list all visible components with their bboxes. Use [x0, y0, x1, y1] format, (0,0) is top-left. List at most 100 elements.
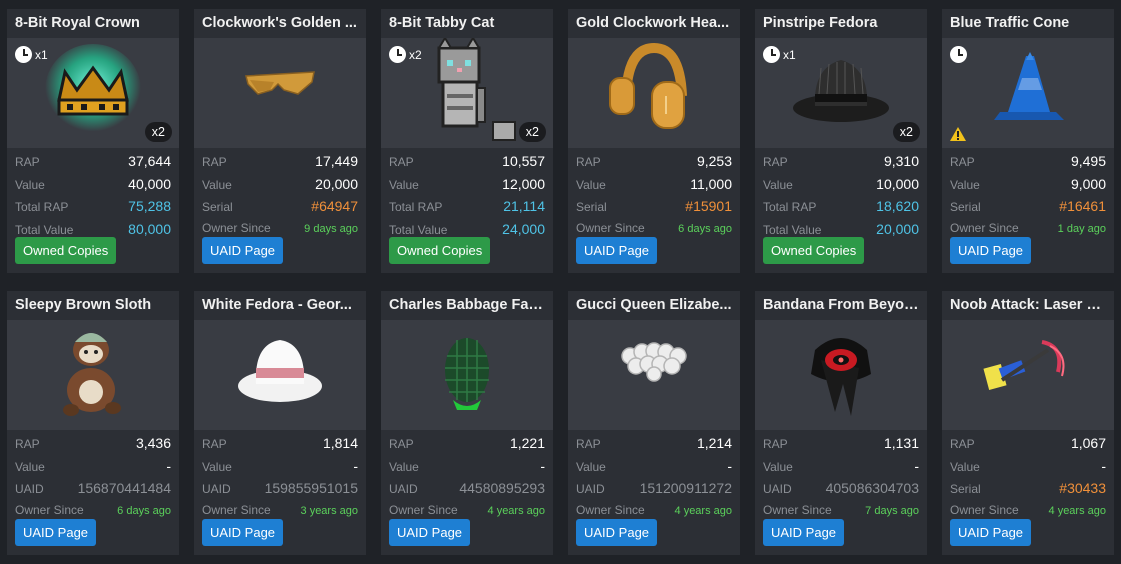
- stat-value: #15901: [685, 198, 732, 215]
- copies-count-badge: x2: [144, 122, 172, 142]
- item-title[interactable]: Gold Clockwork Hea...: [568, 9, 740, 38]
- stat-row-total-rap: Total RAP 75,288: [15, 198, 171, 221]
- stat-label: Owner Since: [202, 502, 271, 517]
- stat-row-value: Value -: [15, 458, 171, 481]
- item-stats: RAP 17,449 Value 20,000 Serial #64947 Ow…: [194, 148, 366, 243]
- warning-icon: [950, 127, 966, 141]
- stat-row-rap: RAP 1,221: [389, 435, 545, 458]
- stat-row-uaid: UAID 151200911272: [576, 480, 732, 503]
- item-card[interactable]: Gold Clockwork Hea... RAP 9,253 Value 11…: [568, 9, 740, 273]
- item-card[interactable]: Blue Traffic Cone RAP 9,495 Value 9,000 …: [942, 9, 1114, 273]
- stat-value: 9,495: [1070, 153, 1106, 169]
- item-card[interactable]: 8-Bit Royal Crown x1 x2 RAP 37,644 Value: [7, 9, 179, 273]
- uaid-page-button[interactable]: UAID Page: [389, 519, 471, 546]
- stat-row-serial: Serial #64947: [202, 198, 358, 221]
- stat-value: #30433: [1059, 480, 1106, 497]
- stat-label: Total Value: [389, 222, 448, 237]
- item-title[interactable]: White Fedora - Geor...: [194, 291, 366, 320]
- stat-value: 10,000: [876, 175, 919, 192]
- golden-shades-icon: [245, 71, 315, 95]
- stat-row-value: Value -: [389, 458, 545, 481]
- item-card[interactable]: Noob Attack: Laser S... RAP 1,067 Value …: [942, 291, 1114, 555]
- stat-value: 9,000: [1070, 175, 1106, 192]
- stat-label: Total RAP: [15, 200, 69, 215]
- item-card[interactable]: Bandana From Beyond RAP 1,131 Value - UA…: [755, 291, 927, 555]
- uaid-page-button[interactable]: UAID Page: [202, 237, 284, 264]
- owned-copies-button[interactable]: Owned Copies: [15, 237, 117, 264]
- stat-row-value: Value -: [763, 458, 919, 481]
- item-card[interactable]: Charles Babbage Fab... RAP 1,221 Value -…: [381, 291, 553, 555]
- item-title[interactable]: Noob Attack: Laser S...: [942, 291, 1114, 320]
- item-title[interactable]: Pinstripe Fedora: [755, 9, 927, 38]
- item-title[interactable]: Clockwork's Golden ...: [194, 9, 366, 38]
- item-card[interactable]: 8-Bit Tabby Cat x2 x2 RAP 10,557 Value 1…: [381, 9, 553, 273]
- item-card[interactable]: Pinstripe Fedora x1 x2 RAP 9,310 Value 1…: [755, 9, 927, 273]
- hold-count: x2: [409, 47, 422, 62]
- stat-label: Owner Since: [576, 220, 645, 235]
- item-thumbnail[interactable]: x1 x2: [7, 38, 179, 148]
- stat-label: Owner Since: [576, 502, 645, 517]
- item-thumbnail[interactable]: [7, 320, 179, 430]
- stat-label: Owner Since: [202, 220, 271, 235]
- item-stats: RAP 1,131 Value - UAID 405086304703 Owne…: [755, 430, 927, 525]
- item-thumbnail[interactable]: [755, 320, 927, 430]
- item-card[interactable]: Clockwork's Golden ... RAP 17,449 Value …: [194, 9, 366, 273]
- hold-timer-badge: x1: [763, 46, 796, 63]
- item-thumbnail[interactable]: [194, 38, 366, 148]
- stat-label: Total RAP: [763, 200, 817, 215]
- item-card[interactable]: White Fedora - Geor... RAP 1,814 Value -…: [194, 291, 366, 555]
- stat-label: RAP: [950, 155, 975, 169]
- stat-value: #64947: [311, 198, 358, 215]
- item-stats: RAP 9,310 Value 10,000 Total RAP 18,620 …: [755, 148, 927, 243]
- item-stats: RAP 9,253 Value 11,000 Serial #15901 Own…: [568, 148, 740, 243]
- clock-icon: [950, 46, 967, 63]
- stat-value: 75,288: [128, 198, 171, 215]
- owned-copies-button[interactable]: Owned Copies: [763, 237, 865, 264]
- stat-row-value: Value 10,000: [763, 176, 919, 199]
- item-title[interactable]: 8-Bit Royal Crown: [7, 9, 179, 38]
- stat-value: 12,000: [502, 175, 545, 192]
- stat-row-value: Value -: [576, 458, 732, 481]
- stat-row-serial: Serial #15901: [576, 198, 732, 221]
- stat-value: 4 years ago: [487, 504, 545, 517]
- copies-count-badge: x2: [892, 122, 920, 142]
- stat-label: Serial: [576, 200, 607, 215]
- item-title[interactable]: Sleepy Brown Sloth: [7, 291, 179, 320]
- item-thumbnail[interactable]: [568, 320, 740, 430]
- item-thumbnail[interactable]: [942, 38, 1114, 148]
- item-title[interactable]: Blue Traffic Cone: [942, 9, 1114, 38]
- item-thumbnail[interactable]: [568, 38, 740, 148]
- clock-icon: [763, 46, 780, 63]
- uaid-page-button[interactable]: UAID Page: [576, 519, 658, 546]
- stat-value: 3,436: [135, 435, 171, 451]
- item-thumbnail[interactable]: [381, 320, 553, 430]
- uaid-page-button[interactable]: UAID Page: [763, 519, 845, 546]
- uaid-page-button[interactable]: UAID Page: [576, 237, 658, 264]
- item-thumbnail[interactable]: x1 x2: [755, 38, 927, 148]
- stat-label: Value: [15, 459, 45, 474]
- uaid-page-button[interactable]: UAID Page: [202, 519, 284, 546]
- stat-label: RAP: [576, 155, 601, 169]
- item-title[interactable]: Bandana From Beyond: [755, 291, 927, 320]
- item-thumbnail[interactable]: x2 x2: [381, 38, 553, 148]
- stat-value: 18,620: [876, 198, 919, 215]
- item-title[interactable]: 8-Bit Tabby Cat: [381, 9, 553, 38]
- stat-value: 1,814: [322, 435, 358, 451]
- stat-row-value: Value -: [950, 458, 1106, 481]
- owned-copies-button[interactable]: Owned Copies: [389, 237, 491, 264]
- uaid-page-button[interactable]: UAID Page: [15, 519, 97, 546]
- stat-label: Total Value: [15, 222, 74, 237]
- stat-row-rap: RAP 1,814: [202, 435, 358, 458]
- stat-label: Value: [576, 459, 606, 474]
- item-title[interactable]: Charles Babbage Fab...: [381, 291, 553, 320]
- item-card[interactable]: Gucci Queen Elizabe... RAP 1,214 Value -…: [568, 291, 740, 555]
- stat-label: RAP: [202, 155, 227, 169]
- uaid-page-button[interactable]: UAID Page: [950, 519, 1032, 546]
- item-thumbnail[interactable]: [194, 320, 366, 430]
- uaid-page-button[interactable]: UAID Page: [950, 237, 1032, 264]
- item-thumbnail[interactable]: [942, 320, 1114, 430]
- item-card[interactable]: Sleepy Brown Sloth RAP 3,436 Value - UAI…: [7, 291, 179, 555]
- item-title[interactable]: Gucci Queen Elizabe...: [568, 291, 740, 320]
- stat-label: Owner Since: [15, 502, 84, 517]
- clock-icon: [389, 46, 406, 63]
